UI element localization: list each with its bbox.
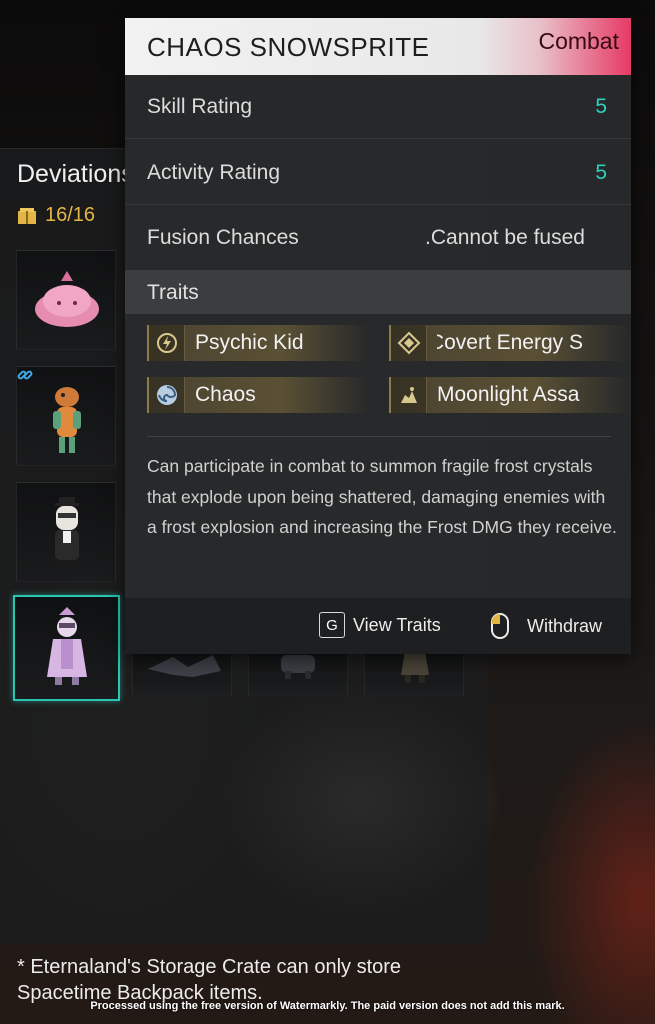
- storage-panel-title: Deviations: [17, 160, 127, 188]
- storage-capacity: 16/16: [17, 204, 95, 227]
- knight-portrait-icon: [401, 651, 429, 683]
- withdraw-button[interactable]: Withdraw: [489, 612, 602, 640]
- bat-portrait-icon: [148, 655, 221, 677]
- deviation-slot-creature[interactable]: [248, 648, 348, 696]
- deviation-name: CHAOS SNOWSPRITE: [147, 32, 430, 62]
- watermark-notice: Processed using the free version of Wate…: [90, 1000, 565, 1012]
- storage-footnote: * Eternaland's Storage Crate can only st…: [17, 956, 402, 1004]
- popup-header: CHAOS SNOWSPRITE Combat: [125, 18, 631, 75]
- pink-slime-portrait-icon: [35, 271, 99, 327]
- popup-action-bar: G View Traits Withdraw: [125, 598, 631, 654]
- chaos-swirl-icon: [156, 385, 177, 405]
- activity-rating-row: Activity Rating 5: [125, 141, 631, 205]
- trait-psychic-kid-label: Psychic Kid: [195, 331, 304, 354]
- dino-kid-portrait-icon: [53, 387, 81, 453]
- deviation-detail-popup: CHAOS SNOWSPRITE Combat Skill Rating 5 A…: [125, 18, 631, 654]
- fusion-chances-row: Fusion Chances Cannot be fused.: [125, 206, 631, 270]
- deviation-slot-chaos-snowsprite-selected[interactable]: [13, 595, 120, 701]
- deviation-slot-bat[interactable]: [132, 648, 232, 696]
- withdraw-label: Withdraw: [527, 615, 603, 636]
- activity-rating-value: 5: [595, 161, 607, 184]
- covert-energy-icon: [397, 331, 420, 355]
- chaos-snowsprite-portrait-icon: [47, 607, 87, 685]
- skill-rating-row: Skill Rating 5: [125, 75, 631, 139]
- deviation-slot-pink-slime[interactable]: [16, 250, 116, 350]
- view-traits-button[interactable]: G View Traits: [319, 612, 441, 638]
- g-key-icon: G: [319, 612, 345, 638]
- view-traits-label: View Traits: [353, 614, 441, 635]
- trait-covert-energy[interactable]: Covert Energy S: [389, 325, 631, 361]
- deviation-slot-knight[interactable]: [364, 648, 464, 696]
- crate-icon: [18, 207, 36, 224]
- trait-moonlight-assassin-label: Moonlight Assa: [437, 383, 580, 406]
- skill-rating-value: 5: [595, 95, 607, 118]
- trait-chaos[interactable]: Chaos: [147, 377, 369, 413]
- deviation-slot-gentleman[interactable]: [16, 482, 116, 582]
- moonlight-assassin-icon: [400, 387, 417, 403]
- mouse-icon: [491, 613, 509, 639]
- fusion-chances-label: Fusion Chances: [147, 226, 299, 249]
- creature-portrait-icon: [281, 655, 315, 679]
- trait-moonlight-assassin[interactable]: Moonlight Assa: [389, 377, 631, 413]
- traits-header: Traits: [125, 270, 631, 314]
- gentleman-portrait-icon: [55, 497, 79, 568]
- activity-rating-label: Activity Rating: [147, 161, 281, 184]
- skill-rating-label: Skill Rating: [147, 95, 253, 118]
- deviation-description: Can participate in combat to summon frag…: [147, 456, 617, 537]
- deviation-type-tag: Combat: [538, 28, 619, 54]
- traits-label: Traits: [147, 281, 199, 304]
- storage-capacity-count: 16/16: [45, 204, 96, 226]
- psychic-kid-icon: [156, 333, 177, 353]
- trait-psychic-kid[interactable]: Psychic Kid: [147, 325, 369, 361]
- description-divider: [147, 436, 611, 437]
- fusion-chances-value: Cannot be fused.: [425, 226, 585, 249]
- trait-covert-energy-label: Covert Energy S: [437, 331, 583, 354]
- trait-chaos-label: Chaos: [195, 383, 256, 406]
- deviation-slot-dino-kid[interactable]: [16, 366, 116, 466]
